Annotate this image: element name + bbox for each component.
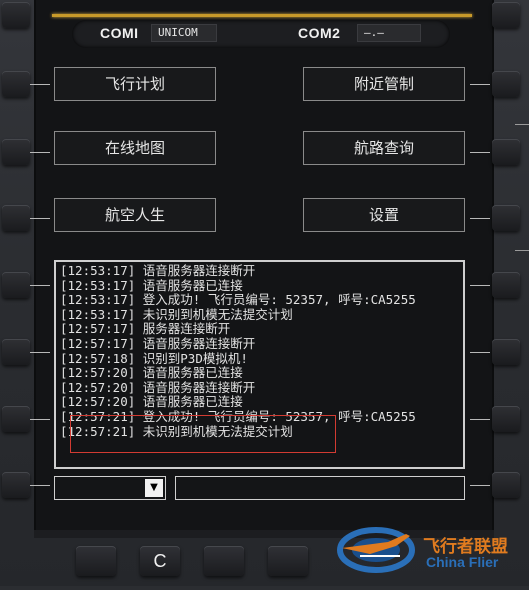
right-side-key-3[interactable] (492, 205, 520, 231)
settings-button[interactable]: 设置 (303, 198, 465, 232)
log-line: [12:57:18] 识别到P3D模拟机! (60, 351, 248, 366)
right-side-key-7[interactable] (492, 472, 520, 498)
edge-mark (515, 250, 529, 251)
accent-line (52, 14, 472, 17)
log-line: [12:57:20] 语音服务器已连接 (60, 366, 243, 381)
right-side-key-4[interactable] (492, 272, 520, 298)
right-key-tick (470, 152, 490, 153)
log-line: [12:53:17] 登入成功! 飞行员编号: 52357, 呼号:CA5255 (60, 293, 416, 308)
left-side-key-0[interactable] (2, 2, 30, 28)
right-side-key-0[interactable] (492, 2, 520, 28)
right-key-tick (470, 285, 490, 286)
online-map-button[interactable]: 在线地图 (54, 131, 216, 165)
china-flier-watermark: 飞行者联盟 China Flier (330, 512, 529, 586)
right-side-key-6[interactable] (492, 406, 520, 432)
right-key-tick (470, 352, 490, 353)
left-key-tick (30, 152, 50, 153)
com2-frequency[interactable]: —.— (357, 24, 421, 42)
right-key-tick (470, 84, 490, 85)
com2-label: COM2 (298, 25, 341, 41)
bottom-key-2[interactable] (204, 546, 244, 576)
left-key-tick (30, 84, 50, 85)
triangle-down-icon[interactable]: ▼ (145, 479, 163, 497)
right-key-tick (470, 419, 490, 420)
left-side-key-1[interactable] (2, 71, 30, 97)
log-line: [12:57:20] 语音服务器连接断开 (60, 380, 256, 395)
log-line: [12:57:17] 语音服务器连接断开 (60, 336, 256, 351)
left-side-key-4[interactable] (2, 272, 30, 298)
right-side-key-1[interactable] (492, 71, 520, 97)
com1-frequency[interactable]: UNICOM (151, 24, 217, 42)
right-side-key-5[interactable] (492, 339, 520, 365)
clear-key[interactable]: C (140, 546, 180, 576)
log-line: [12:53:17] 未识别到机模无法提交计划 (60, 307, 293, 322)
left-key-tick (30, 419, 50, 420)
flight-plan-button[interactable]: 飞行计划 (54, 67, 216, 101)
log-line: [12:57:20] 语音服务器已连接 (60, 395, 243, 410)
right-key-tick (470, 218, 490, 219)
com1-label: COMI (100, 25, 139, 41)
log-line: [12:53:17] 语音服务器连接断开 (60, 264, 256, 278)
left-side-key-6[interactable] (2, 406, 30, 432)
left-key-tick (30, 352, 50, 353)
left-side-key-3[interactable] (2, 205, 30, 231)
highlight-annotation-box (70, 415, 336, 453)
message-target-dropdown[interactable]: ▼ (54, 476, 166, 500)
left-side-key-5[interactable] (2, 339, 30, 365)
bottom-key-3[interactable] (268, 546, 308, 576)
left-key-tick (30, 285, 50, 286)
left-key-tick (30, 218, 50, 219)
china-flier-logo-icon (337, 527, 415, 573)
left-key-tick (30, 485, 50, 486)
bottom-key-0[interactable] (76, 546, 116, 576)
nearby-atc-button[interactable]: 附近管制 (303, 67, 465, 101)
aviation-life-button[interactable]: 航空人生 (54, 198, 216, 232)
log-line: [12:53:17] 语音服务器已连接 (60, 278, 243, 293)
right-key-tick (470, 485, 490, 486)
route-query-button[interactable]: 航路查询 (303, 131, 465, 165)
left-side-key-7[interactable] (2, 472, 30, 498)
log-line: [12:57:17] 服务器连接断开 (60, 322, 231, 337)
edge-mark (515, 124, 529, 125)
right-side-key-2[interactable] (492, 139, 520, 165)
message-input[interactable] (175, 476, 465, 500)
watermark-en-text: China Flier (426, 554, 499, 570)
left-side-key-2[interactable] (2, 139, 30, 165)
